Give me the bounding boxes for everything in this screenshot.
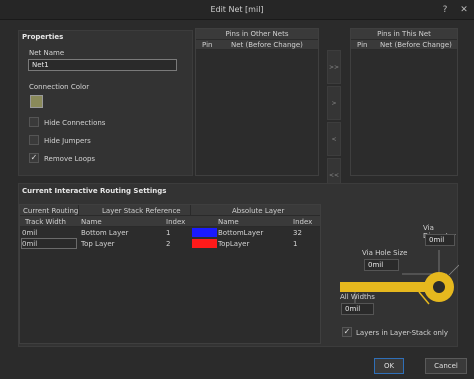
layer-name-cell: Bottom Layer (81, 229, 129, 237)
routing-table[interactable]: Current Routing Layer Stack Reference Ab… (19, 204, 321, 344)
col-pin: Pin (202, 41, 213, 49)
net-name-label: Net Name (29, 49, 65, 57)
track-width-cell[interactable]: 0mil (22, 240, 37, 248)
cancel-button[interactable]: Cancel (425, 358, 467, 374)
absolute-layer-name-cell: TopLayer (218, 240, 250, 248)
routing-settings-heading: Current Interactive Routing Settings (22, 187, 167, 195)
hide-connections-label: Hide Connections (44, 119, 106, 127)
col-net-before-change: Net (Before Change) (231, 41, 303, 49)
absolute-layer-header: Absolute Layer (232, 207, 285, 215)
pins-this-net-list[interactable]: Pins in This Net Pin Net (Before Change) (350, 28, 458, 176)
col-absolute-name: Name (218, 218, 239, 226)
col-index: Index (166, 218, 186, 226)
track-shape (340, 282, 428, 292)
layer-color-swatch (192, 239, 217, 248)
pins-other-nets-header: Pin Net (Before Change) (196, 40, 318, 50)
absolute-layer-index-cell: 1 (293, 240, 298, 248)
routing-table-group-header: Current Routing Layer Stack Reference Ab… (20, 205, 320, 216)
col-pin: Pin (357, 41, 368, 49)
absolute-layer-index-cell: 32 (293, 229, 302, 237)
col-absolute-index: Index (293, 218, 313, 226)
dialog-body: Properties Net Name Net1 Connection Colo… (0, 20, 474, 379)
via-track-diagram (340, 250, 459, 308)
window-title: Edit Net [mil] (210, 5, 264, 14)
move-left-button[interactable]: < (327, 122, 341, 156)
routing-table-row[interactable]: 0mil Top Layer 2 TopLayer 1 (20, 238, 320, 249)
col-net-before-change: Net (Before Change) (380, 41, 452, 49)
all-widths-input[interactable]: 0mil (341, 303, 374, 315)
layer-stack-reference-header: Layer Stack Reference (102, 207, 181, 215)
net-name-input[interactable]: Net1 (28, 59, 177, 71)
track-width-cell[interactable]: 0mil (22, 229, 37, 237)
via-hole-shape (433, 281, 445, 293)
layer-index-cell: 1 (166, 229, 171, 237)
all-widths-label: All Widths (340, 293, 375, 301)
layers-in-layer-stack-only-checkbox[interactable]: ✓ (342, 327, 352, 337)
layers-in-layer-stack-only-label: Layers in Layer-Stack only (356, 329, 449, 337)
move-right-button[interactable]: > (327, 86, 341, 120)
col-track-width: Track Width (25, 218, 66, 226)
pins-this-net-title: Pins in This Net (351, 29, 457, 40)
ok-button[interactable]: OK (374, 358, 404, 374)
title-bar: Edit Net [mil] ? ✕ (0, 0, 474, 20)
pins-this-net-header: Pin Net (Before Change) (351, 40, 457, 50)
pins-other-nets-list[interactable]: Pins in Other Nets Pin Net (Before Chang… (195, 28, 319, 176)
routing-table-column-header: Track Width Name Index Name Index (20, 216, 320, 227)
via-diameter-arrow (448, 264, 459, 276)
properties-panel: Properties Net Name Net1 Connection Colo… (18, 30, 193, 176)
absolute-layer-name-cell: BottomLayer (218, 229, 264, 237)
help-icon[interactable]: ? (437, 3, 453, 17)
layer-color-swatch (192, 228, 217, 237)
hide-jumpers-checkbox[interactable] (29, 135, 39, 145)
properties-heading: Properties (22, 33, 64, 41)
via-diameter-input[interactable]: 0mil (425, 234, 455, 246)
connection-color-swatch[interactable] (30, 95, 43, 108)
current-routing-header: Current Routing (23, 207, 79, 215)
connection-color-label: Connection Color (29, 83, 90, 91)
close-icon[interactable]: ✕ (456, 3, 472, 17)
routing-settings-panel: Current Interactive Routing Settings Cur… (18, 183, 459, 347)
pins-other-nets-title: Pins in Other Nets (196, 29, 318, 40)
hide-connections-checkbox[interactable] (29, 117, 39, 127)
move-all-right-button[interactable]: >> (327, 50, 341, 84)
layer-index-cell: 2 (166, 240, 171, 248)
remove-loops-checkbox[interactable]: ✓ (29, 153, 39, 163)
routing-table-row[interactable]: 0mil Bottom Layer 1 BottomLayer 32 (20, 227, 320, 238)
remove-loops-label: Remove Loops (44, 155, 96, 163)
hide-jumpers-label: Hide Jumpers (44, 137, 91, 145)
col-name: Name (81, 218, 102, 226)
layer-name-cell: Top Layer (81, 240, 115, 248)
